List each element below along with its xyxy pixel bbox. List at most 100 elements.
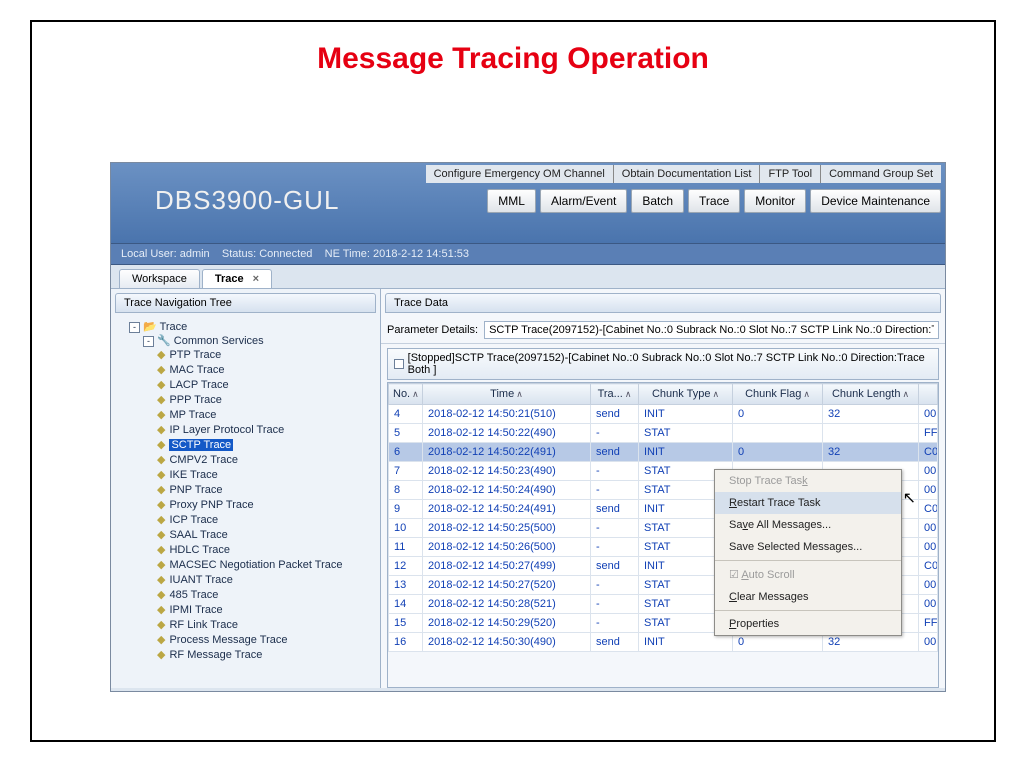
tree-item-label: PTP Trace	[169, 349, 221, 361]
column-header[interactable]: Tra...∧	[591, 384, 639, 405]
tree-item-label: 485 Trace	[169, 589, 218, 601]
table-row[interactable]: 62018-02-12 14:50:22(491)sendINIT032C0 0…	[389, 443, 938, 462]
table-cell: 2018-02-12 14:50:22(490)	[423, 424, 591, 443]
tab-trace[interactable]: Trace ×	[202, 269, 272, 288]
tree-item[interactable]: ◆PPP Trace	[157, 392, 376, 407]
top-link-bar: Configure Emergency OM Channel Obtain Do…	[426, 165, 941, 183]
btn-monitor[interactable]: Monitor	[744, 189, 806, 213]
tree-item[interactable]: ◆SCTP Trace	[157, 437, 376, 452]
link-ftp-tool[interactable]: FTP Tool	[760, 165, 821, 183]
table-cell: 00 00 0	[919, 462, 938, 481]
table-cell: 2018-02-12 14:50:27(520)	[423, 576, 591, 595]
tab-workspace[interactable]: Workspace	[119, 269, 200, 288]
column-header[interactable]: Chunk Length∧	[823, 384, 919, 405]
tree-item-label: PPP Trace	[169, 394, 221, 406]
tree-item[interactable]: ◆Proxy PNP Trace	[157, 497, 376, 512]
local-user-value: admin	[180, 248, 210, 260]
trace-data-panel: Trace Data Parameter Details: [Stopped]S…	[381, 289, 945, 688]
table-cell: 2018-02-12 14:50:24(491)	[423, 500, 591, 519]
table-cell: 32	[823, 443, 919, 462]
trace-nav-panel: Trace Navigation Tree -📂 Trace -🔧 Common…	[111, 289, 381, 688]
tree-item[interactable]: ◆Process Message Trace	[157, 632, 376, 647]
table-cell: send	[591, 500, 639, 519]
tree-root[interactable]: -📂 Trace -🔧 Common Services ◆PTP Trace◆M…	[129, 319, 376, 664]
bullet-icon: ◆	[157, 514, 165, 526]
bullet-icon: ◆	[157, 484, 165, 496]
tree-item[interactable]: ◆IP Layer Protocol Trace	[157, 422, 376, 437]
slide-title: Message Tracing Operation	[32, 22, 994, 88]
column-header[interactable]: Chunk Flag∧	[733, 384, 823, 405]
tree-item[interactable]: ◆ MACSEC Negotiation Packet Trace	[157, 557, 376, 572]
menu-item: Stop Trace Task	[715, 470, 901, 492]
param-details-label: Parameter Details:	[387, 324, 478, 336]
tree-common-services[interactable]: -🔧 Common Services ◆PTP Trace◆MAC Trace◆…	[143, 333, 376, 663]
bullet-icon: ◆	[157, 439, 165, 451]
table-cell: 7	[389, 462, 423, 481]
tree-item[interactable]: ◆IUANT Trace	[157, 572, 376, 587]
tree-item-label: CMPV2 Trace	[169, 454, 237, 466]
menu-item[interactable]: Save All Messages...	[715, 514, 901, 536]
btn-trace[interactable]: Trace	[688, 189, 740, 213]
column-header[interactable]: No.∧	[389, 384, 423, 405]
table-cell: send	[591, 443, 639, 462]
tree-item[interactable]: ◆PNP Trace	[157, 482, 376, 497]
column-header[interactable]: Chunk Type∧	[639, 384, 733, 405]
table-cell: send	[591, 405, 639, 424]
table-cell: 2018-02-12 14:50:30(490)	[423, 633, 591, 652]
bullet-icon: ◆	[157, 559, 165, 571]
close-icon[interactable]: ×	[253, 273, 259, 285]
bullet-icon: ◆	[157, 619, 165, 631]
table-row[interactable]: 52018-02-12 14:50:22(490)-STATFF 00 00 0…	[389, 424, 938, 443]
btn-mml[interactable]: MML	[487, 189, 536, 213]
btn-device-maintenance[interactable]: Device Maintenance	[810, 189, 941, 213]
column-header[interactable]	[919, 384, 938, 405]
grid-caption[interactable]: [Stopped]SCTP Trace(2097152)-[Cabinet No…	[387, 348, 939, 380]
btn-alarm-event[interactable]: Alarm/Event	[540, 189, 627, 213]
tree-item[interactable]: ◆MAC Trace	[157, 362, 376, 377]
tree-item[interactable]: ◆CMPV2 Trace	[157, 452, 376, 467]
trace-grid[interactable]: No.∧Time∧Tra...∧Chunk Type∧Chunk Flag∧Ch…	[387, 382, 939, 688]
tree-item[interactable]: ◆485 Trace	[157, 587, 376, 602]
tree-item-label: MACSEC Negotiation Packet Trace	[169, 559, 342, 571]
tree-item[interactable]: ◆PTP Trace	[157, 347, 376, 362]
link-doc-list[interactable]: Obtain Documentation List	[614, 165, 761, 183]
tree-item[interactable]: ◆IPMI Trace	[157, 602, 376, 617]
table-cell	[823, 424, 919, 443]
btn-batch[interactable]: Batch	[631, 189, 684, 213]
table-cell: 6	[389, 443, 423, 462]
collapse-icon[interactable]: -	[129, 322, 140, 333]
table-cell	[733, 424, 823, 443]
tree-item[interactable]: ◆MP Trace	[157, 407, 376, 422]
param-details-field[interactable]	[484, 321, 939, 339]
menu-item[interactable]: Restart Trace Task	[715, 492, 901, 514]
column-header[interactable]: Time∧	[423, 384, 591, 405]
menu-item[interactable]: Save Selected Messages...	[715, 536, 901, 558]
bullet-icon: ◆	[157, 649, 165, 661]
table-cell: 32	[823, 405, 919, 424]
table-row[interactable]: 42018-02-12 14:50:21(510)sendINIT03200 4…	[389, 405, 938, 424]
link-config-emergency[interactable]: Configure Emergency OM Channel	[426, 165, 614, 183]
tree-item[interactable]: ◆ICP Trace	[157, 512, 376, 527]
collapse-icon[interactable]: -	[143, 336, 154, 347]
table-cell: 00 00 0	[919, 576, 938, 595]
sort-asc-icon: ∧	[803, 389, 810, 399]
context-menu[interactable]: Stop Trace TaskRestart Trace TaskSave Al…	[714, 469, 902, 636]
menu-item[interactable]: Properties	[715, 613, 901, 635]
table-cell: 0	[733, 405, 823, 424]
tree-item[interactable]: ◆RF Link Trace	[157, 617, 376, 632]
table-cell: 00 45 C0 00 4	[919, 405, 938, 424]
table-cell: send	[591, 633, 639, 652]
tree-item[interactable]: ◆RF Message Trace	[157, 647, 376, 662]
tree-item[interactable]: ◆SAAL Trace	[157, 527, 376, 542]
link-command-group[interactable]: Command Group Set	[821, 165, 941, 183]
tree-item[interactable]: ◆LACP Trace	[157, 377, 376, 392]
tree-item[interactable]: ◆HDLC Trace	[157, 542, 376, 557]
bullet-icon: ◆	[157, 469, 165, 481]
tree-item[interactable]: ◆IKE Trace	[157, 467, 376, 482]
menu-item[interactable]: Clear Messages	[715, 586, 901, 608]
table-cell: 00 00 0	[919, 481, 938, 500]
table-cell: 00 00 0	[919, 595, 938, 614]
expand-icon[interactable]	[394, 359, 404, 369]
trace-tree[interactable]: -📂 Trace -🔧 Common Services ◆PTP Trace◆M…	[111, 317, 380, 688]
table-cell: 16	[389, 633, 423, 652]
